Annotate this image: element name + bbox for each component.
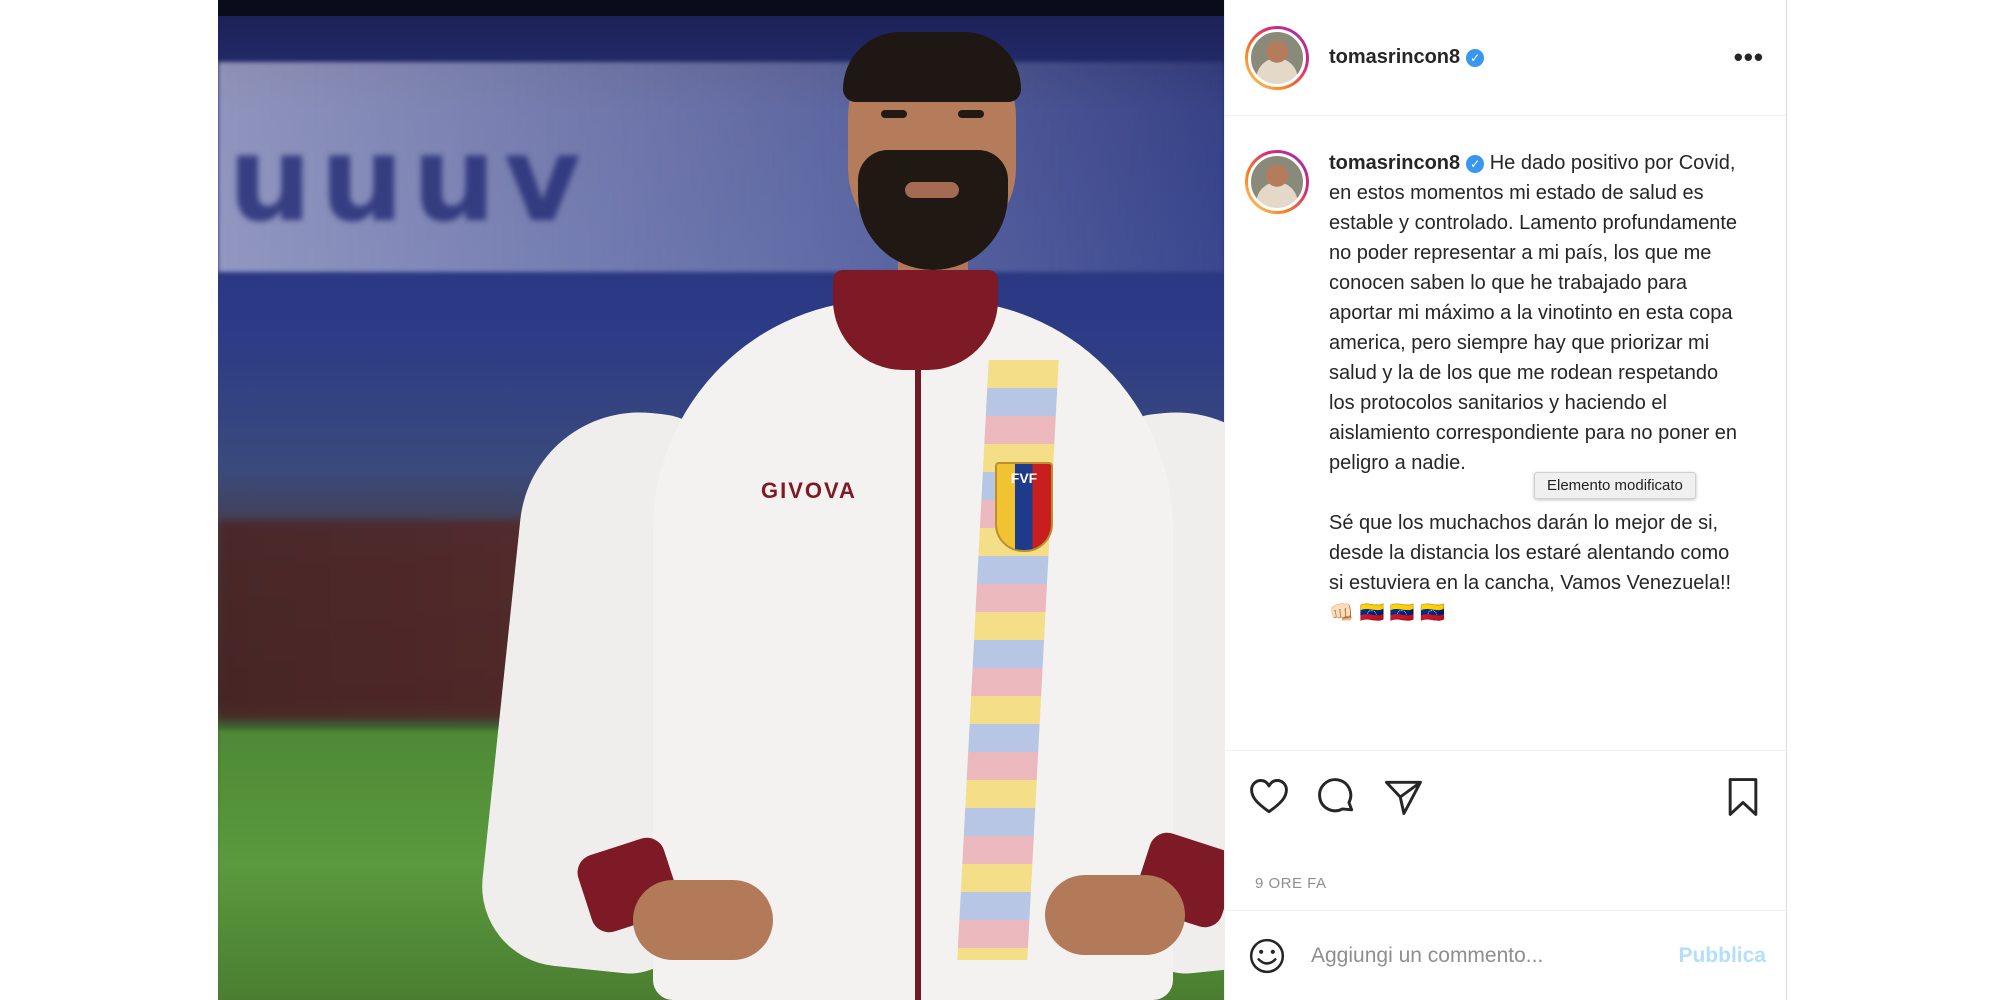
comment-input[interactable] bbox=[1311, 943, 1641, 968]
verified-badge-icon: ✓ bbox=[1466, 155, 1485, 173]
post-caption: tomasrincon8 ✓ He dado positivo por Covid… bbox=[1225, 148, 1788, 748]
post-actions: 9 ORE FA bbox=[1225, 750, 1788, 930]
caption-text: tomasrincon8 ✓ He dado positivo por Covid… bbox=[1329, 148, 1749, 748]
post-details-panel: tomasrincon8 ✓ ••• tomasrincon8 ✓ He dado… bbox=[1224, 0, 1788, 1000]
player-hair bbox=[843, 32, 1021, 102]
jacket-brand-logo: GIVOVA bbox=[761, 478, 857, 503]
more-options-icon[interactable]: ••• bbox=[1734, 42, 1764, 73]
emoji-icon[interactable] bbox=[1247, 936, 1287, 976]
player-mouth bbox=[905, 182, 959, 198]
stadium-banner-text: uuuv bbox=[228, 110, 589, 248]
avatar-image bbox=[1248, 28, 1306, 87]
player-figure: GIVOVA FVF bbox=[474, 32, 1224, 1000]
player-eye-left bbox=[881, 110, 907, 118]
comment-icon[interactable] bbox=[1315, 775, 1359, 819]
bookmark-icon[interactable] bbox=[1721, 775, 1765, 819]
post-photo[interactable]: uuuv GIVOVA FVF bbox=[218, 0, 1224, 1000]
avatar-image bbox=[1248, 153, 1306, 211]
right-hand bbox=[1045, 875, 1185, 955]
post-header: tomasrincon8 ✓ ••• bbox=[1225, 0, 1786, 116]
caption-avatar[interactable] bbox=[1245, 150, 1309, 214]
comment-bar: Pubblica bbox=[1225, 910, 1788, 1000]
username-link[interactable]: tomasrincon8 bbox=[1329, 46, 1460, 69]
fvf-crest: FVF bbox=[995, 462, 1053, 552]
jacket-zipper bbox=[915, 360, 921, 1000]
caption-paragraph-2: Sé que los muchachos darán lo mejor de s… bbox=[1329, 512, 1737, 624]
tooltip: Elemento modificato bbox=[1534, 472, 1696, 499]
caption-username-link[interactable]: tomasrincon8 bbox=[1329, 152, 1460, 174]
heart-icon[interactable] bbox=[1247, 775, 1291, 819]
post-timestamp[interactable]: 9 ORE FA bbox=[1255, 875, 1327, 892]
player-eye-right bbox=[958, 110, 984, 118]
left-hand bbox=[633, 880, 773, 960]
caption-paragraph: tomasrincon8 ✓ He dado positivo por Covid… bbox=[1329, 148, 1749, 478]
share-icon[interactable] bbox=[1381, 775, 1425, 819]
avatar[interactable] bbox=[1245, 25, 1309, 90]
caption-paragraph-1: He dado positivo por Covid, en estos mom… bbox=[1329, 152, 1743, 474]
publish-button[interactable]: Pubblica bbox=[1678, 944, 1766, 968]
verified-badge-icon: ✓ bbox=[1466, 48, 1485, 67]
crest-text: FVF bbox=[1010, 470, 1038, 486]
